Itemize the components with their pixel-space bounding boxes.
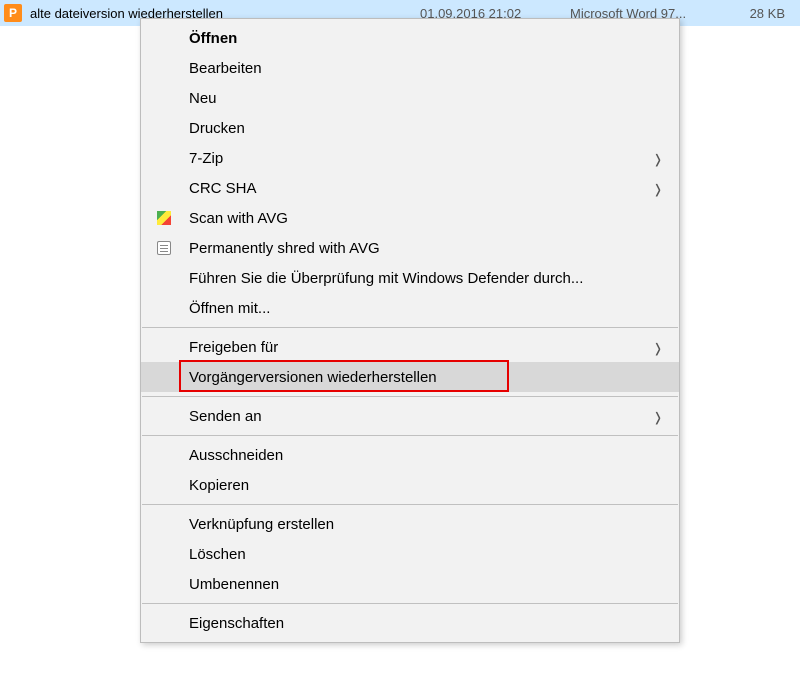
menu-item[interactable]: Eigenschaften	[141, 608, 679, 638]
menu-item-label: Permanently shred with AVG	[189, 240, 661, 257]
menu-item[interactable]: Öffnen mit...	[141, 293, 679, 323]
menu-item[interactable]: 7-Zip›	[141, 143, 679, 173]
menu-item-label: Bearbeiten	[189, 60, 661, 77]
avg-icon	[155, 209, 173, 227]
menu-item-label: Drucken	[189, 120, 661, 137]
menu-item-label: Senden an	[189, 408, 655, 425]
menu-item-label: Ausschneiden	[189, 447, 661, 464]
menu-item-label: Öffnen	[189, 30, 661, 47]
menu-item[interactable]: Permanently shred with AVG	[141, 233, 679, 263]
chevron-right-icon: ›	[655, 397, 661, 435]
file-size: 28 KB	[730, 6, 800, 21]
shred-icon	[155, 239, 173, 257]
menu-item-label: Freigeben für	[189, 339, 655, 356]
menu-item-label: Kopieren	[189, 477, 661, 494]
menu-item[interactable]: Scan with AVG	[141, 203, 679, 233]
menu-item-label: Eigenschaften	[189, 615, 661, 632]
menu-item-label: Führen Sie die Überprüfung mit Windows D…	[189, 270, 661, 287]
menu-item[interactable]: Führen Sie die Überprüfung mit Windows D…	[141, 263, 679, 293]
menu-separator	[142, 504, 678, 505]
menu-item-label: 7-Zip	[189, 150, 655, 167]
context-menu: ÖffnenBearbeitenNeuDrucken7-Zip›CRC SHA›…	[140, 18, 680, 643]
menu-item-label: CRC SHA	[189, 180, 655, 197]
menu-item-label: Umbenennen	[189, 576, 661, 593]
menu-item-label: Verknüpfung erstellen	[189, 516, 661, 533]
menu-item[interactable]: Drucken	[141, 113, 679, 143]
menu-item-label: Scan with AVG	[189, 210, 661, 227]
menu-separator	[142, 396, 678, 397]
file-icon: P	[4, 4, 22, 22]
file-icon-letter: P	[9, 6, 17, 20]
menu-separator	[142, 603, 678, 604]
chevron-right-icon: ›	[655, 328, 661, 366]
menu-item[interactable]: Umbenennen	[141, 569, 679, 599]
menu-item[interactable]: Verknüpfung erstellen	[141, 509, 679, 539]
menu-item-label: Vorgängerversionen wiederherstellen	[189, 369, 661, 386]
menu-separator	[142, 327, 678, 328]
menu-item-label: Neu	[189, 90, 661, 107]
menu-item[interactable]: Vorgängerversionen wiederherstellen	[141, 362, 679, 392]
menu-item[interactable]: Löschen	[141, 539, 679, 569]
menu-item[interactable]: Kopieren	[141, 470, 679, 500]
menu-item-label: Öffnen mit...	[189, 300, 661, 317]
menu-item[interactable]: Bearbeiten	[141, 53, 679, 83]
menu-item[interactable]: Neu	[141, 83, 679, 113]
menu-item[interactable]: CRC SHA›	[141, 173, 679, 203]
menu-separator	[142, 435, 678, 436]
menu-item[interactable]: Freigeben für›	[141, 332, 679, 362]
menu-item-label: Löschen	[189, 546, 661, 563]
menu-item[interactable]: Senden an›	[141, 401, 679, 431]
menu-item[interactable]: Ausschneiden	[141, 440, 679, 470]
menu-item[interactable]: Öffnen	[141, 23, 679, 53]
chevron-right-icon: ›	[655, 169, 661, 207]
